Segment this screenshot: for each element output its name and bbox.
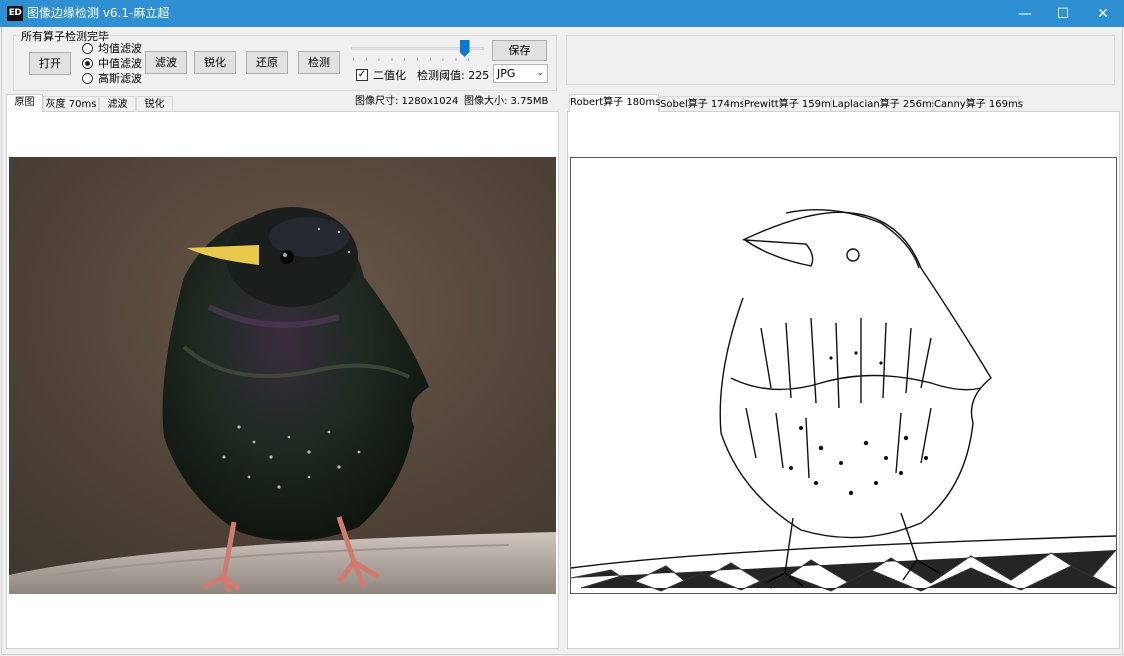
close-icon[interactable]: ✕ — [1083, 0, 1123, 27]
tab-sharpened[interactable]: 锐化 — [136, 96, 173, 112]
original-photo — [9, 157, 556, 594]
tab-sobel[interactable]: Sobel算子 174ms — [659, 96, 745, 112]
title-bar: ED 图像边缘检测 v6.1-麻立超 — ☐ ✕ — [0, 0, 1124, 27]
tab-canny[interactable]: Canny算子 169ms — [933, 96, 1023, 112]
radio-label: 高斯滤波 — [98, 72, 142, 85]
radio-dot — [82, 72, 93, 84]
radio-gaussian-filter[interactable]: 高斯滤波 — [82, 71, 142, 85]
tab-prewitt[interactable]: Prewitt算子 159ms — [743, 96, 836, 112]
radio-label: 中值滤波 — [98, 57, 142, 70]
restore-button[interactable]: 还原 — [246, 51, 288, 74]
radio-median-filter[interactable]: 中值滤波 — [82, 56, 142, 70]
edge-drawing — [571, 158, 1116, 593]
radio-mean-filter[interactable]: 均值滤波 — [82, 41, 142, 55]
starling-photo — [9, 157, 556, 594]
maximize-icon[interactable]: ☐ — [1043, 0, 1083, 27]
filter-button[interactable]: 滤波 — [145, 51, 187, 74]
original-image-panel — [6, 111, 559, 649]
tab-robert[interactable]: Robert算子 180ms — [569, 94, 660, 112]
edge-image — [570, 157, 1117, 594]
radio-dot — [82, 42, 93, 54]
app-icon: ED — [7, 6, 23, 21]
save-button[interactable]: 保存 — [492, 40, 547, 61]
format-select[interactable]: JPG ⌄ — [493, 64, 548, 83]
edge-result-panel — [567, 111, 1120, 649]
radio-label: 均值滤波 — [98, 42, 142, 55]
image-size-label: 图像尺寸: 1280x1024 — [355, 96, 459, 107]
chevron-down-icon: ⌄ — [536, 68, 544, 78]
right-group-box — [566, 35, 1115, 85]
detect-button[interactable]: 检测 — [298, 51, 340, 74]
tab-original[interactable]: 原图 — [6, 94, 43, 112]
image-bytes-label: 图像大小: 3.75MB — [464, 96, 549, 107]
minimize-icon[interactable]: — — [1005, 0, 1045, 27]
window-title: 图像边缘检测 v6.1-麻立超 — [27, 6, 170, 20]
sharpen-button[interactable]: 锐化 — [194, 51, 236, 74]
open-button[interactable]: 打开 — [29, 52, 71, 75]
client-area: 所有算子检测完毕 打开 均值滤波 中值滤波 高斯滤波 滤波 锐化 还原 检测 ✓… — [1, 27, 1123, 655]
tab-grayscale[interactable]: 灰度 70ms — [43, 96, 99, 112]
format-value: JPG — [497, 67, 516, 80]
tab-laplacian[interactable]: Laplacian算子 256ms — [831, 96, 937, 112]
threshold-slider-ticks — [353, 58, 481, 61]
checkbox-box: ✓ — [356, 69, 368, 81]
checkbox-label: 二值化 — [373, 69, 406, 82]
tab-filtered[interactable]: 滤波 — [99, 96, 136, 112]
binarize-checkbox[interactable]: ✓ 二值化 — [356, 68, 406, 82]
radio-dot-selected — [82, 57, 93, 69]
threshold-label: 检测阈值: 225 — [417, 69, 490, 82]
